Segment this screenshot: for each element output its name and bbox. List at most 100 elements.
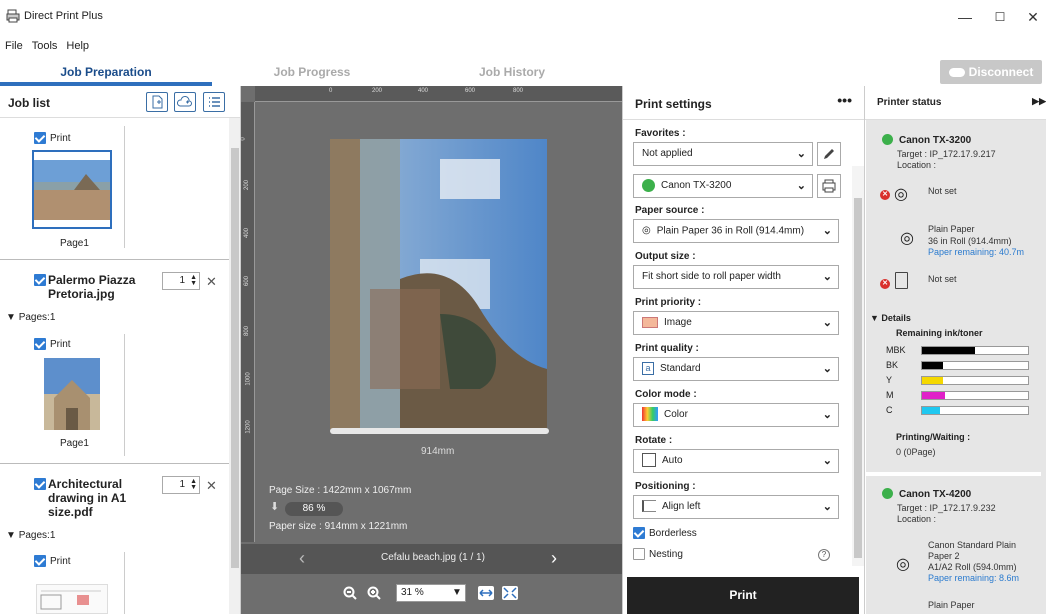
menu-bar: File Tools Help xyxy=(0,40,93,56)
ink-level-fill xyxy=(922,407,941,414)
ink-row-y: Y xyxy=(886,375,1029,385)
color-mode-label: Color mode : xyxy=(635,389,697,400)
zoom-out-icon[interactable] xyxy=(343,586,357,600)
roll-width-indicator xyxy=(330,428,549,434)
fit-page-icon[interactable] xyxy=(502,586,518,600)
printer-card[interactable]: Canon TX-3200 Target : IP_172.17.9.217 L… xyxy=(866,120,1041,472)
print-quality-dropdown[interactable]: a Standard ⌄ xyxy=(633,357,839,381)
printer-dropdown[interactable]: Canon TX-3200 ⌄ xyxy=(633,174,813,198)
print-checkbox-row[interactable]: Print xyxy=(34,132,71,144)
print-priority-dropdown[interactable]: Image ⌄ xyxy=(633,311,839,335)
details-toggle[interactable]: ▼ Details xyxy=(870,313,911,324)
minimize-button[interactable]: — xyxy=(950,8,980,26)
copies-value: 1 xyxy=(179,479,185,490)
details-label: Details xyxy=(881,313,911,323)
remove-job-icon[interactable]: ✕ xyxy=(206,274,217,290)
add-cloud-icon[interactable] xyxy=(174,92,196,112)
copies-stepper[interactable]: 1 ▲ ▼ xyxy=(162,476,200,494)
previous-page-icon[interactable]: ‹ xyxy=(299,548,305,569)
printer-status-panel: Printer status ▶▶ Canon TX-3200 Target :… xyxy=(865,86,1046,614)
stepper-arrows-icon[interactable]: ▲ ▼ xyxy=(190,478,197,491)
page-thumbnail[interactable] xyxy=(44,358,100,430)
ink-name: BK xyxy=(886,360,899,370)
positioning-value: Align left xyxy=(662,501,701,512)
job-item: Palermo Piazza Pretoria.jpg 1 ▲ ▼ ✕ ▼ Pages… xyxy=(0,260,229,464)
help-icon[interactable]: ? xyxy=(818,549,830,561)
nesting-checkbox[interactable] xyxy=(633,548,645,560)
color-mode-dropdown[interactable]: Color ⌄ xyxy=(633,403,839,427)
print-checkbox-row[interactable]: Print xyxy=(34,338,71,350)
print-checkbox[interactable] xyxy=(34,132,46,144)
printer-status-scrollbar[interactable] xyxy=(1041,120,1046,614)
stepper-arrows-icon[interactable]: ▲ ▼ xyxy=(190,274,197,287)
copies-stepper[interactable]: 1 ▲ ▼ xyxy=(162,272,200,290)
add-file-icon[interactable] xyxy=(146,92,168,112)
window-title: Direct Print Plus xyxy=(24,10,103,22)
menu-tools[interactable]: Tools xyxy=(32,40,58,52)
app-icon xyxy=(6,9,20,23)
zoom-dropdown[interactable]: 31 % ▼ xyxy=(396,584,466,602)
more-options-icon[interactable]: ••• xyxy=(837,92,852,108)
borderless-checkbox[interactable] xyxy=(633,527,645,539)
collapse-panel-icon[interactable]: ▶▶ xyxy=(1032,96,1046,107)
ink-name: M xyxy=(886,390,894,400)
menu-file[interactable]: File xyxy=(5,40,23,52)
pages-toggle[interactable]: ▼ Pages:1 xyxy=(6,312,55,323)
width-dimension-label: 914mm xyxy=(421,446,455,457)
print-priority-value: Image xyxy=(664,317,692,328)
fit-width-icon[interactable] xyxy=(478,586,494,600)
chevron-down-icon: ⌄ xyxy=(822,409,832,421)
disconnect-button[interactable]: Disconnect xyxy=(940,60,1042,84)
scrollbar-thumb[interactable] xyxy=(231,148,239,568)
settings-scrollbar[interactable] xyxy=(852,166,864,566)
pages-toggle[interactable]: ▼ Pages:1 xyxy=(6,530,55,541)
print-checkbox-row[interactable]: Print xyxy=(34,555,71,567)
job-item: Print Page1 xyxy=(0,118,229,260)
job-checkbox[interactable] xyxy=(34,274,46,286)
maximize-button[interactable]: ☐ xyxy=(985,8,1015,26)
print-checkbox[interactable] xyxy=(34,338,46,350)
edit-favorites-icon[interactable] xyxy=(817,142,841,166)
print-checkbox[interactable] xyxy=(34,555,46,567)
job-list-scrollbar[interactable] xyxy=(229,118,240,614)
tab-job-progress[interactable]: Job Progress xyxy=(212,58,412,86)
print-button[interactable]: Print xyxy=(627,577,859,614)
ruler-tick: 400 xyxy=(244,227,251,239)
borderless-checkbox-row[interactable]: Borderless xyxy=(633,527,697,539)
paper-source-dropdown[interactable]: ◎ Plain Paper 36 in Roll (914.4mm) ⌄ xyxy=(633,219,839,243)
printer-name: Canon TX-4200 xyxy=(899,489,972,500)
next-page-icon[interactable]: › xyxy=(551,548,557,569)
job-checkbox[interactable] xyxy=(34,478,46,490)
remove-job-icon[interactable]: ✕ xyxy=(206,478,217,494)
tab-job-history[interactable]: Job History xyxy=(412,58,612,86)
close-button[interactable]: ✕ xyxy=(1018,8,1046,26)
printer-properties-icon[interactable] xyxy=(817,174,841,198)
chevron-down-icon: ▼ xyxy=(449,585,465,601)
output-size-dropdown[interactable]: Fit short side to roll paper width ⌄ xyxy=(633,265,839,289)
chevron-down-icon: ⌄ xyxy=(822,455,832,467)
list-view-icon[interactable] xyxy=(203,92,225,112)
menu-help[interactable]: Help xyxy=(66,40,89,52)
rotate-dropdown[interactable]: Auto ⌄ xyxy=(633,449,839,473)
page-thumbnail[interactable] xyxy=(32,150,112,229)
filename-line: drawing in A1 xyxy=(48,491,127,505)
positioning-dropdown[interactable]: Align left ⌄ xyxy=(633,495,839,519)
ink-level-bar xyxy=(921,361,1029,370)
print-label: Print xyxy=(50,132,71,144)
chevron-down-icon: ⌄ xyxy=(796,180,806,192)
page-thumbnail[interactable] xyxy=(36,584,108,614)
favorites-dropdown[interactable]: Not applied ⌄ xyxy=(633,142,813,166)
align-left-icon xyxy=(642,500,656,513)
cut-sheet-icon xyxy=(895,272,908,289)
scrollbar-thumb[interactable] xyxy=(854,198,862,558)
nesting-checkbox-row[interactable]: Nesting xyxy=(633,548,683,560)
printer-status-ok-icon xyxy=(642,178,655,192)
pages-label: Pages:1 xyxy=(18,530,56,541)
scale-down-arrow-icon: ⬇ xyxy=(270,501,280,513)
drawing-thumbnail-image xyxy=(40,590,101,610)
ruler-tick: 1200 xyxy=(245,420,252,434)
ink-title: Remaining ink/toner xyxy=(896,328,983,338)
zoom-in-icon[interactable] xyxy=(367,586,381,600)
printer-card[interactable]: Canon TX-4200 Target : IP_172.17.9.232 L… xyxy=(866,476,1041,614)
filename-line: Palermo Piazza xyxy=(48,273,136,287)
